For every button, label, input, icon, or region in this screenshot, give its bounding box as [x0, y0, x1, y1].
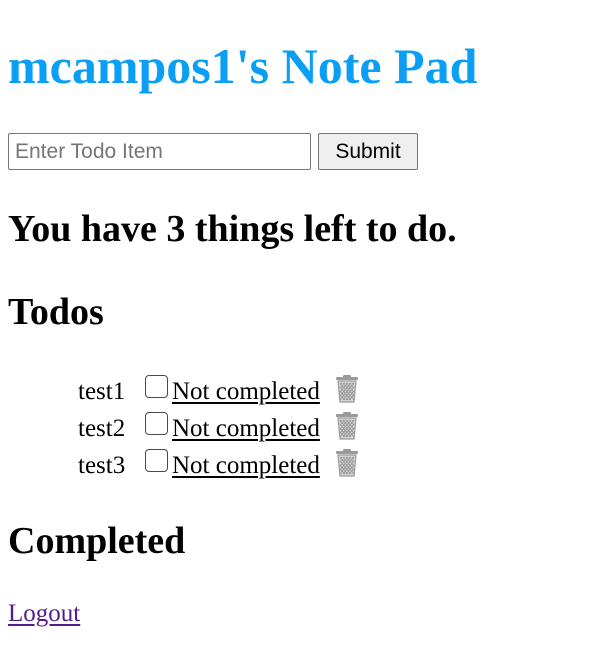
todo-item-checkbox[interactable]	[145, 449, 168, 472]
trash-icon[interactable]	[332, 448, 362, 478]
logout-link[interactable]: Logout	[8, 596, 80, 632]
page-title: mcampos1's Note Pad	[8, 38, 478, 94]
todo-item-checkbox[interactable]	[145, 412, 168, 435]
todos-heading: Todos	[8, 291, 104, 333]
completed-heading: Completed	[8, 520, 186, 562]
todo-item-status-link[interactable]: Not completed	[172, 452, 320, 480]
todo-form: Submit	[8, 133, 418, 170]
todo-item: test3 Not completed	[78, 447, 362, 484]
todo-list: test1 Not completed test2 Not completed …	[78, 373, 362, 484]
remaining-count-heading: You have 3 things left to do.	[8, 208, 457, 250]
todo-item-status-link[interactable]: Not completed	[172, 378, 320, 406]
todo-item-checkbox[interactable]	[145, 375, 168, 398]
todo-item-text: test2	[78, 414, 126, 442]
trash-icon[interactable]	[332, 411, 362, 441]
todo-item-text: test1	[78, 377, 126, 405]
trash-icon[interactable]	[332, 374, 362, 404]
submit-button[interactable]: Submit	[318, 133, 418, 170]
todo-item: test1 Not completed	[78, 373, 362, 410]
todo-input[interactable]	[8, 133, 311, 170]
todo-item: test2 Not completed	[78, 410, 362, 447]
todo-item-text: test3	[78, 451, 126, 479]
todo-item-status-link[interactable]: Not completed	[172, 415, 320, 443]
